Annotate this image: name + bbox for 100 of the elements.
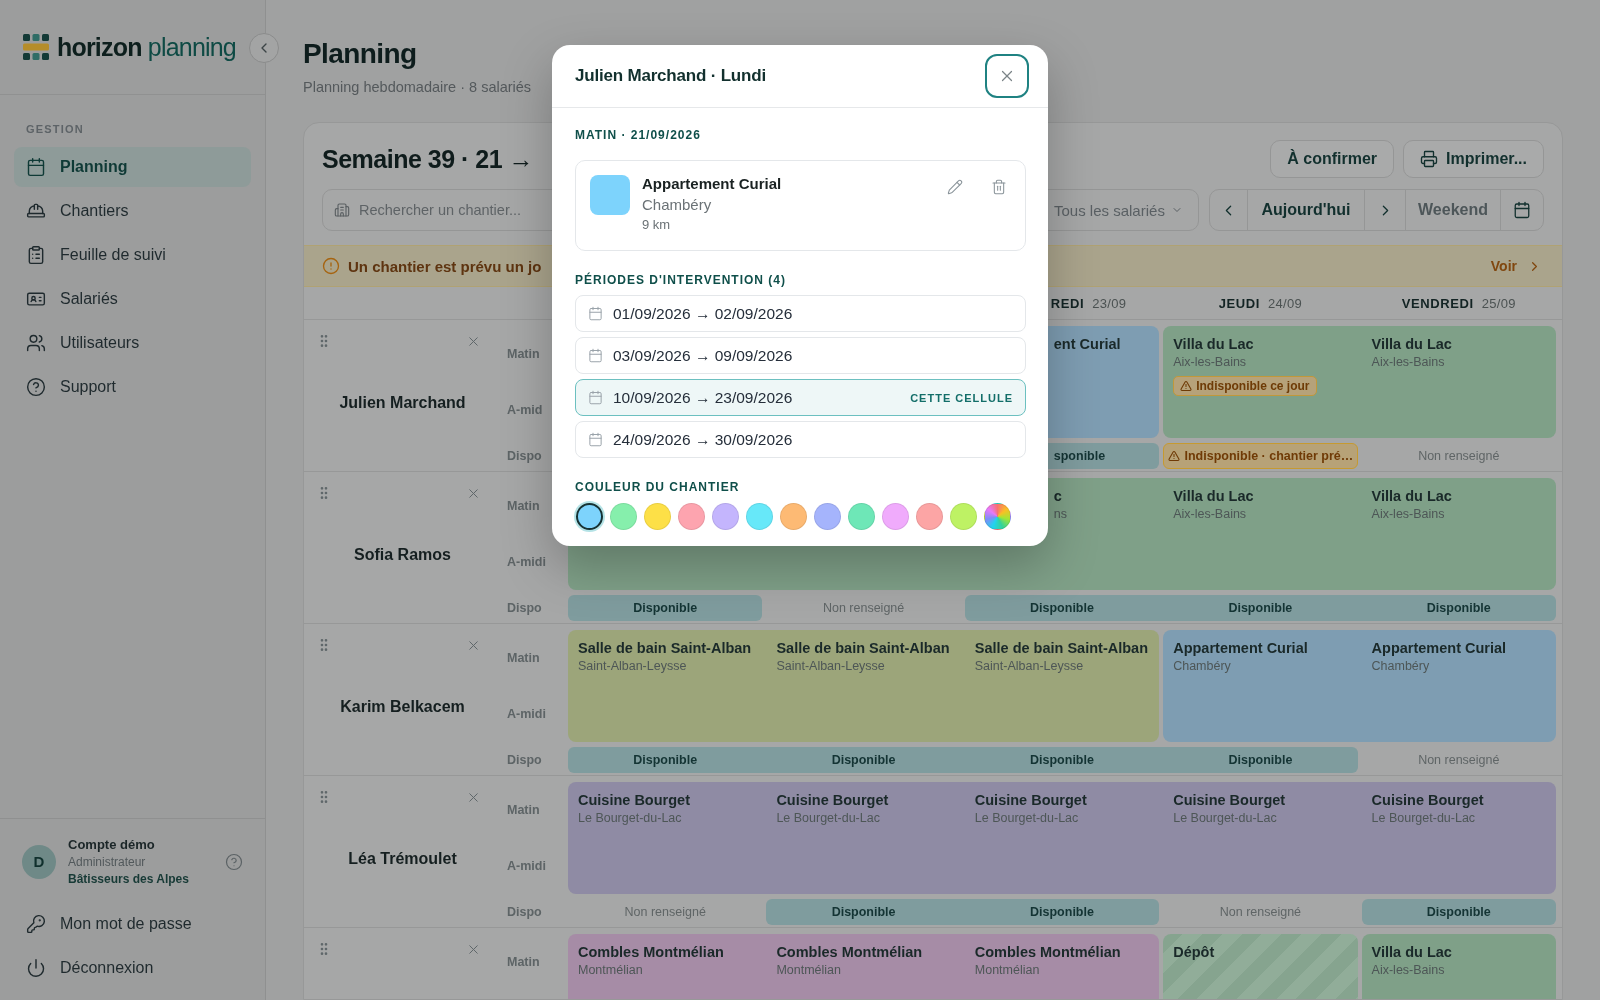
site-city: Montmélian [578,963,643,977]
availability-label: Disponible [1030,753,1094,767]
site-city: Aix-les-Bains [1371,963,1445,977]
site-name: Combles Montmélian [578,944,724,960]
slot-label: Matin [506,651,541,665]
site-name: ent Curial [1053,336,1121,352]
account-company: Bâtisseurs des Alpes [68,872,190,886]
section-label: GESTION [26,123,85,135]
period-range: 24/09/2026 → 30/09/2026 [613,430,794,449]
availability-label: Disponible [831,753,896,767]
availability-label: Non renseigné [822,601,905,615]
availability-label: Disponible [1030,601,1094,615]
slot-label: A-midi [506,707,547,721]
account-name: Compte démo [68,837,156,852]
site-name: Combles Montmélian [776,944,923,960]
availability-label: Non renseigné [1418,753,1500,767]
site-city: Aix-les-Bains [1371,507,1445,521]
site-name: Villa du Lac [1371,944,1452,960]
availability-label: sponible [1052,449,1106,463]
day-name: VENDREDI [1401,295,1474,311]
day-date: 25/09 [1481,295,1516,311]
slot-label: Matin [506,499,541,513]
availability-label: Disponible [633,601,698,615]
slot-label: Matin [506,803,541,817]
depot-name: Dépôt [1173,944,1215,960]
day-name: REDI [1050,295,1085,311]
warning-text: Indisponible ce jour [1196,379,1310,393]
site-name: Salle de bain Saint-Alban [776,640,950,656]
avatar: D [22,844,56,879]
slot-label: Dispo [506,601,543,615]
site-city: Saint-Alban-Leysse [974,659,1084,673]
site-name: Appartement Curial [1371,640,1507,656]
site-name: Villa du Lac [1173,336,1254,352]
site-name: c [1053,488,1062,504]
cell-tag: CETTE CELLULE [910,391,1013,404]
site-name: Cuisine Bourget [578,792,690,808]
site-city: Le Bourget-du-Lac [974,811,1079,825]
slot-label: Dispo [506,449,543,463]
availability-label: Non renseigné [1219,905,1302,919]
account-role: Administrateur [68,855,147,869]
page-title: Planning [303,37,418,71]
site-name: Villa du Lac [1173,488,1254,504]
day-date: 24/09 [1268,295,1303,311]
availability-label: Disponible [831,905,896,919]
section-heading: PÉRIODES D'INTERVENTION (4) [575,273,787,287]
day-name: JEUDI [1218,295,1260,311]
availability-label: Non renseigné [624,905,706,919]
section-heading: MATIN · 21/09/2026 [575,128,702,142]
availability-label: Disponible [1426,601,1491,615]
slot-label: Matin [506,347,541,361]
site-city: Chambéry [1173,659,1231,673]
site-name: Villa du Lac [1371,488,1452,504]
slot-label: A-midi [506,555,547,569]
site-city: Chambéry [1371,659,1430,673]
site-name: Appartement Curial [1173,640,1308,656]
site-name: Salle de bain Saint-Alban [974,640,1148,656]
slot-label: A-midi [506,859,547,873]
slot-label: Dispo [506,905,543,919]
employee-name: Sofia Ramos [354,546,451,565]
site-city: Saint-Alban-Leysse [578,659,687,673]
site-city: Aix-les-Bains [1371,355,1445,369]
site-name: Cuisine Bourget [974,792,1087,808]
site-city: Saint-Alban-Leysse [776,659,885,673]
site-city: Le Bourget-du-Lac [578,811,682,825]
dialog-title: Julien Marchand · Lundi [575,66,766,86]
period-range: 10/09/2026 → 23/09/2026 [613,388,794,407]
page-subtitle: Planning hebdomadaire · 8 salariés [303,78,533,97]
slot-label: Dispo [506,753,543,767]
employee-name: Karim Belkacem [340,698,465,717]
site-city: Aix-les-Bains [1173,507,1247,521]
site-city: Montmélian [776,963,841,977]
slot-label: Matin [506,955,541,969]
site-city: ns [1053,507,1067,521]
site-city: Le Bourget-du-Lac [1371,811,1476,825]
site-name: Cuisine Bourget [1371,792,1484,808]
day-date: 23/09 [1092,295,1127,311]
availability-label: Disponible [633,753,698,767]
employee-name: Léa Trémoulet [348,850,457,869]
week-title: Semaine 39 · 21 → [322,144,534,174]
site-city: Aix-les-Bains [1173,355,1247,369]
slot-label: A-mid [506,403,544,417]
site-name: Cuisine Bourget [1173,792,1286,808]
site-city: Chambéry [642,196,713,213]
site-city: Le Bourget-du-Lac [1173,811,1277,825]
availability-label: Disponible [1228,753,1293,767]
availability-label: Disponible [1228,601,1293,615]
site-city: Montmélian [974,963,1040,977]
availability-label: Disponible [1030,905,1094,919]
alert-text: Un chantier est prévu un jo [348,257,542,275]
period-range: 03/09/2026 → 09/09/2026 [613,346,794,365]
site-name: Cuisine Bourget [776,792,889,808]
section-heading: COULEUR DU CHANTIER [575,480,741,494]
site-distance: 9 km [642,217,672,232]
availability-label: Indisponible · chantier pré… [1184,449,1354,463]
site-name: Combles Montmélian [974,944,1121,960]
availability-label: Disponible [1426,905,1491,919]
site-name: Salle de bain Saint-Alban [578,640,752,656]
site-name: Villa du Lac [1371,336,1452,352]
employee-name: Julien Marchand [339,394,466,413]
logo-wordmark: horizon planning [57,32,236,62]
